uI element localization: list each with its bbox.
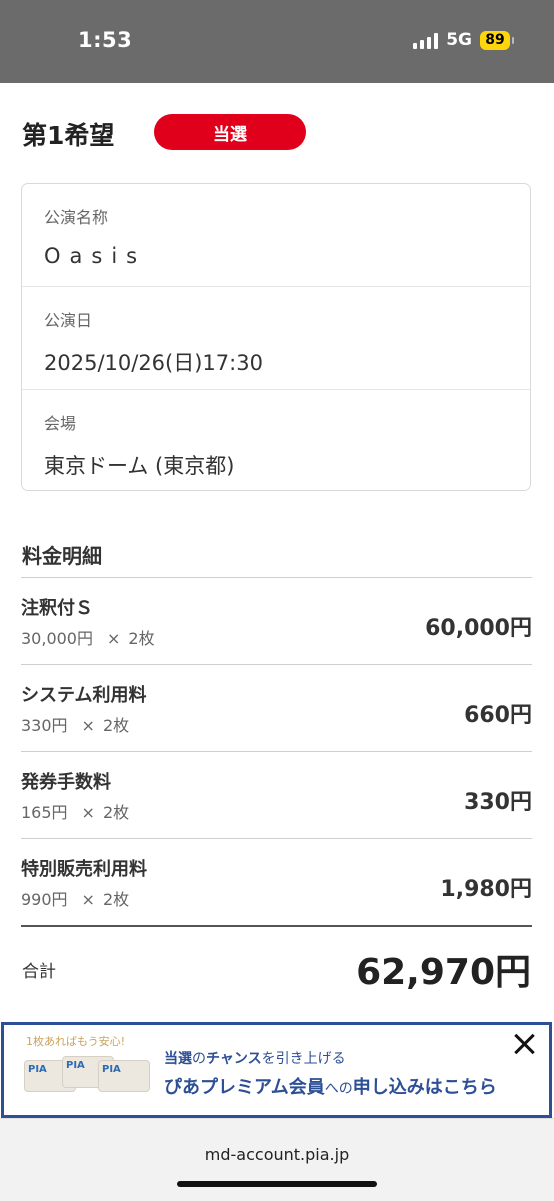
performance-date-value: 2025/10/26(日)17:30 <box>44 351 263 375</box>
performance-date-label: 公演日 <box>44 311 93 330</box>
venue-label: 会場 <box>44 414 77 433</box>
performance-name-label: 公演名称 <box>44 208 109 227</box>
fee-row-issuing: 発券手数料 165円 × 2枚 330円 <box>21 752 532 838</box>
signal-icon <box>413 32 439 49</box>
venue-row: 会場 東京ドーム (東京都) <box>22 390 530 492</box>
premium-banner[interactable]: 1枚あればもう安心! PIA PIA PIA 当選のチャンスを引き上げる ぴあプ… <box>1 1022 552 1118</box>
fee-amount: 60,000円 <box>425 616 532 641</box>
venue-value: 東京ドーム (東京都) <box>44 454 235 478</box>
fee-amount: 330円 <box>464 790 532 815</box>
fee-breakdown: 330円 × 2枚 <box>21 716 130 735</box>
banner-line2[interactable]: ぴあプレミアム会員への申し込みはこちら <box>164 1073 497 1099</box>
fee-row-ticket: 注釈付Ｓ 30,000円 × 2枚 60,000円 <box>21 578 532 664</box>
performance-name-value: Oasis <box>44 244 147 268</box>
total-label: 合計 <box>22 962 56 982</box>
fee-row-system: システム利用料 330円 × 2枚 660円 <box>21 665 532 751</box>
fee-breakdown: 990円 × 2枚 <box>21 890 130 909</box>
battery-icon: 89 <box>480 30 514 50</box>
status-time: 1:53 <box>78 28 133 52</box>
banner-line1: 当選のチャンスを引き上げる <box>164 1051 346 1067</box>
status-indicators: 5G 89 <box>413 30 514 50</box>
fee-row-special: 特別販売利用料 990円 × 2枚 1,980円 <box>21 839 532 925</box>
performance-name-row: 公演名称 Oasis <box>22 184 530 287</box>
performance-card: 公演名称 Oasis 公演日 2025/10/26(日)17:30 会場 東京ド… <box>21 183 531 491</box>
performance-date-row: 公演日 2025/10/26(日)17:30 <box>22 287 530 390</box>
total-divider <box>21 925 532 927</box>
banner-tagline: 1枚あればもう安心! <box>26 1035 126 1048</box>
fee-breakdown: 165円 × 2枚 <box>21 803 130 822</box>
network-type: 5G <box>446 30 472 50</box>
fee-name: 発券手数料 <box>21 772 111 793</box>
status-bar: 1:53 5G 89 <box>0 0 554 83</box>
fee-amount: 1,980円 <box>440 877 532 902</box>
fee-name: 注釈付Ｓ <box>21 598 93 619</box>
fee-amount: 660円 <box>464 703 532 728</box>
fee-name: システム利用料 <box>21 685 147 706</box>
choice-title: 第1希望 <box>22 121 115 150</box>
home-indicator[interactable] <box>177 1181 377 1187</box>
membership-card-image: PIA PIA PIA <box>24 1054 150 1100</box>
result-badge: 当選 <box>154 114 306 150</box>
close-icon[interactable] <box>511 1031 537 1057</box>
browser-url-bar[interactable]: md-account.pia.jp <box>0 1118 554 1201</box>
fee-section-title: 料金明細 <box>22 544 102 568</box>
fee-breakdown: 30,000円 × 2枚 <box>21 629 155 648</box>
fee-name: 特別販売利用料 <box>21 859 147 880</box>
url-text[interactable]: md-account.pia.jp <box>0 1145 554 1164</box>
total-amount: 62,970円 <box>356 952 531 993</box>
